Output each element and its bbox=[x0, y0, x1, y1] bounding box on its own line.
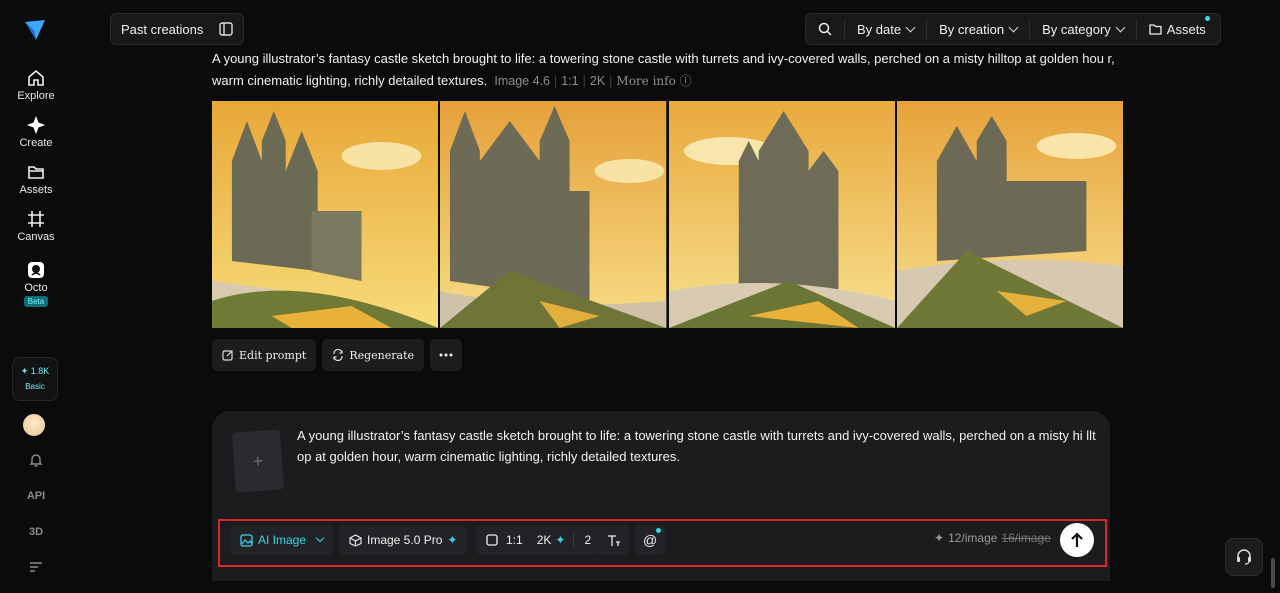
image-icon bbox=[240, 533, 253, 547]
mode-dropdown[interactable]: AI Image bbox=[230, 525, 334, 555]
sparkle-icon: ✦ bbox=[447, 533, 458, 547]
sidebar-item-canvas[interactable]: Canvas bbox=[0, 209, 72, 243]
3d-link[interactable]: 3D bbox=[0, 526, 72, 538]
bell-icon[interactable] bbox=[0, 452, 72, 471]
avatar[interactable] bbox=[23, 414, 45, 436]
cube-icon bbox=[349, 533, 362, 547]
at-icon: @ bbox=[643, 532, 658, 548]
filter-bar: By date By creation By category Assets bbox=[805, 13, 1221, 45]
sidebar-item-explore[interactable]: Explore bbox=[0, 68, 72, 102]
plus-icon: + bbox=[252, 450, 264, 471]
search-icon bbox=[818, 22, 832, 36]
assets-button[interactable]: Assets bbox=[1135, 16, 1218, 39]
edit-prompt-label: Edit prompt bbox=[239, 348, 307, 362]
upload-reference-button[interactable]: + bbox=[231, 429, 285, 493]
generated-image-3[interactable] bbox=[668, 101, 895, 328]
model-dropdown[interactable]: Image 5.0 Pro ✦ bbox=[339, 525, 468, 555]
credits-badge[interactable]: ✦ 1.8K Basic bbox=[12, 357, 58, 401]
text-format-icon bbox=[608, 534, 620, 546]
generation-actions: Edit prompt Regenerate bbox=[212, 339, 463, 371]
refresh-icon bbox=[333, 349, 343, 361]
panel-toggle-icon[interactable] bbox=[219, 22, 233, 36]
edit-icon bbox=[222, 350, 233, 361]
sidebar-item-label: Canvas bbox=[17, 231, 55, 243]
plan-label: Basic bbox=[25, 382, 45, 391]
sparkle-icon bbox=[27, 116, 45, 134]
canvas-icon bbox=[28, 211, 44, 227]
chevron-down-icon bbox=[1008, 22, 1019, 32]
by-category-dropdown[interactable]: By category bbox=[1029, 19, 1136, 39]
chevron-down-icon bbox=[315, 533, 325, 543]
sidebar-item-label: Explore bbox=[17, 90, 55, 102]
api-link[interactable]: API bbox=[0, 490, 72, 502]
assets-label: Assets bbox=[1166, 21, 1206, 37]
menu-icon[interactable] bbox=[0, 561, 72, 576]
past-creations-button[interactable]: Past creations bbox=[110, 13, 244, 45]
generated-image-1[interactable] bbox=[212, 101, 439, 328]
generated-image-2[interactable] bbox=[440, 101, 667, 328]
by-creation-dropdown[interactable]: By creation bbox=[926, 19, 1029, 39]
notification-dot bbox=[1204, 16, 1210, 21]
generated-image-4[interactable] bbox=[896, 101, 1123, 328]
cost-indicator: ✦ 12/image 16/image bbox=[934, 531, 1051, 545]
info-icon: ⓘ bbox=[679, 74, 692, 88]
octo-icon bbox=[28, 262, 44, 278]
chevron-down-icon bbox=[1115, 22, 1126, 32]
scrollbar[interactable] bbox=[1271, 558, 1275, 588]
folder-icon bbox=[1149, 24, 1162, 35]
by-date-dropdown[interactable]: By date bbox=[844, 19, 926, 39]
aspect-ratio: 1:1 bbox=[561, 74, 579, 88]
sidebar-item-label: Create bbox=[19, 137, 53, 149]
cost-value: 12/image bbox=[948, 531, 998, 545]
search-button[interactable] bbox=[806, 19, 844, 39]
support-button[interactable] bbox=[1225, 538, 1263, 576]
aspect-ratio-icon bbox=[486, 534, 498, 546]
generated-images bbox=[212, 101, 1123, 328]
sidebar-item-label: Assets bbox=[19, 184, 53, 196]
folder-icon bbox=[28, 166, 44, 179]
mention-button[interactable]: @ bbox=[635, 525, 666, 555]
generation-meta: Image 4.6 | 1:1 | 2K | More info ⓘ bbox=[494, 74, 692, 88]
model-label: Image 5.0 Pro bbox=[367, 533, 443, 547]
chevron-down-icon bbox=[905, 22, 916, 32]
arrow-up-icon bbox=[1071, 532, 1083, 547]
resolution-label: 2K bbox=[536, 533, 552, 547]
by-date-label: By date bbox=[857, 21, 902, 37]
more-options-button[interactable] bbox=[430, 339, 463, 371]
old-cost-value: 16/image bbox=[1001, 531, 1051, 545]
resolution: 2K bbox=[589, 74, 606, 88]
sidebar-item-assets[interactable]: Assets bbox=[0, 162, 72, 196]
ratio-label: 1:1 bbox=[506, 533, 523, 547]
edit-prompt-button[interactable]: Edit prompt bbox=[212, 339, 317, 371]
sidebar-item-label: Octo bbox=[24, 282, 48, 294]
home-icon bbox=[28, 69, 44, 86]
mode-label: AI Image bbox=[258, 533, 307, 547]
prompt-input[interactable]: A young illustrator’s fantasy castle ske… bbox=[297, 425, 1097, 467]
regenerate-label: Regenerate bbox=[349, 348, 415, 362]
text-style-button[interactable] bbox=[599, 525, 629, 555]
credits-amount: ✦ 1.8K bbox=[20, 366, 50, 376]
sparkle-icon: ✦ bbox=[934, 531, 945, 545]
by-creation-label: By creation bbox=[939, 21, 1005, 37]
regenerate-button[interactable]: Regenerate bbox=[322, 339, 425, 371]
sidebar-item-create[interactable]: Create bbox=[0, 115, 72, 149]
by-category-label: By category bbox=[1042, 21, 1111, 37]
model-name: Image 4.6 bbox=[494, 74, 550, 88]
more-horizontal-icon bbox=[439, 353, 453, 357]
logo-icon[interactable] bbox=[24, 18, 46, 42]
beta-badge: Beta bbox=[23, 296, 49, 307]
output-settings-button[interactable]: 1:1 2K ✦ 2 bbox=[476, 525, 602, 555]
sparkle-icon: ✦ bbox=[555, 533, 566, 547]
notification-dot bbox=[656, 528, 662, 533]
headset-icon bbox=[1237, 549, 1251, 565]
sidebar-item-octo[interactable]: Octo Beta bbox=[0, 260, 72, 307]
generation-prompt: A young illustrator’s fantasy castle ske… bbox=[212, 48, 1122, 92]
sidebar: Explore Create Assets Canvas Octo Beta ✦… bbox=[0, 0, 72, 593]
more-info-link[interactable]: More info ⓘ bbox=[616, 74, 691, 88]
count-label: 2 bbox=[573, 533, 591, 547]
generate-button[interactable] bbox=[1060, 523, 1094, 557]
past-creations-label: Past creations bbox=[121, 21, 204, 37]
